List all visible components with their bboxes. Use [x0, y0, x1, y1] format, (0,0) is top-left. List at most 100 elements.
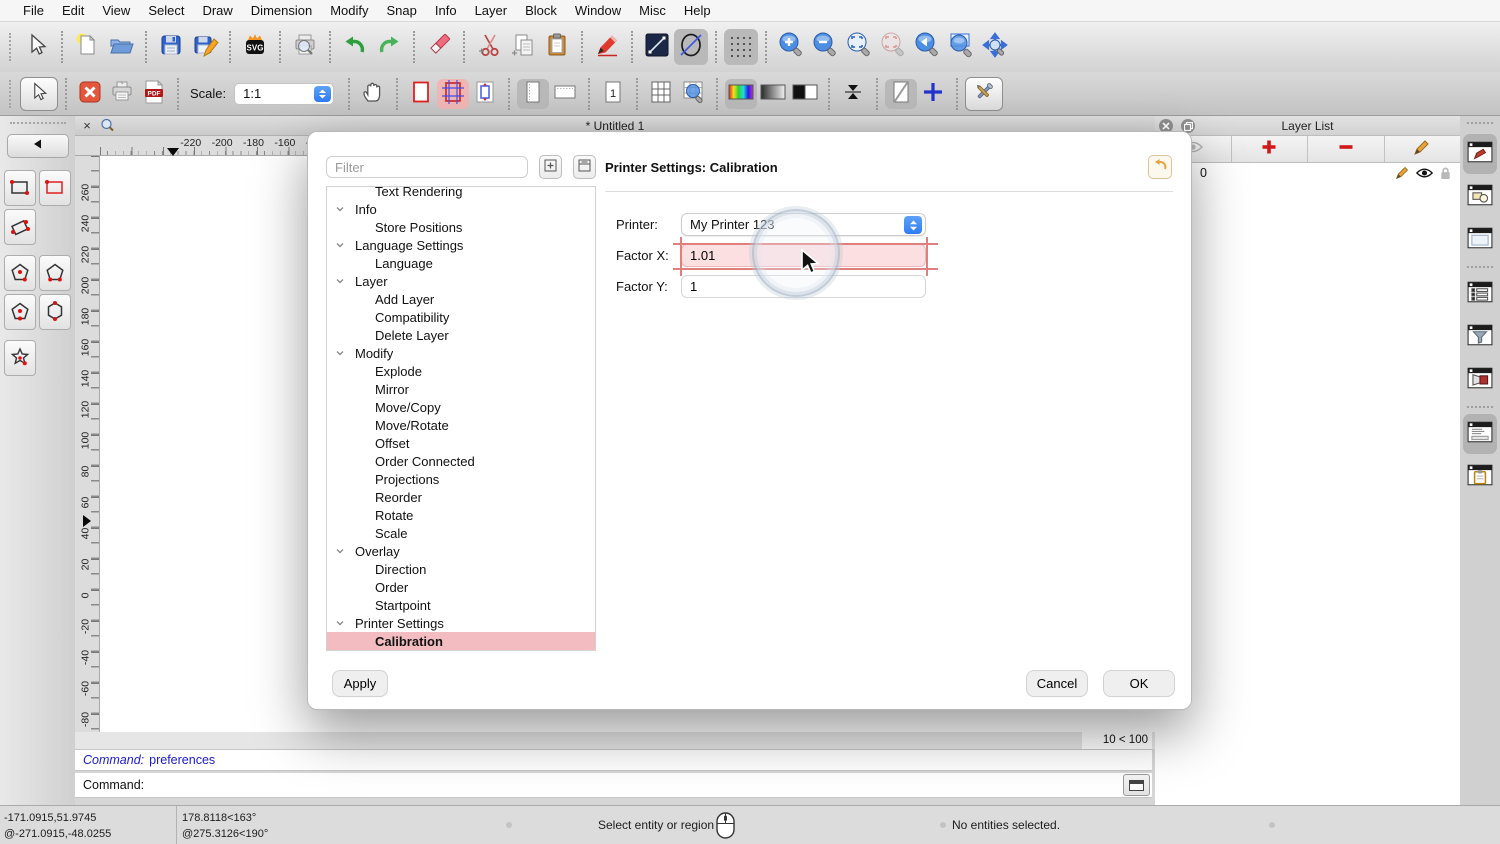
tree-item[interactable]: Scale — [327, 524, 595, 542]
delete-button[interactable] — [422, 29, 456, 65]
new-document-button[interactable] — [70, 29, 104, 65]
menu-snap[interactable]: Snap — [378, 0, 426, 22]
zoom-pan-button[interactable] — [978, 29, 1012, 65]
single-page-button[interactable]: 1 — [597, 79, 629, 109]
layer-row[interactable]: 0 — [1155, 163, 1460, 183]
menu-help[interactable]: Help — [675, 0, 720, 22]
zoom-out-button[interactable] — [808, 29, 842, 65]
landscape-button[interactable] — [549, 79, 581, 109]
tree-item[interactable]: Calibration — [327, 632, 595, 650]
tree-item[interactable]: Modify — [327, 344, 595, 362]
ok-button[interactable]: OK — [1104, 671, 1174, 696]
menu-file[interactable]: File — [14, 0, 53, 22]
tree-item[interactable]: Order — [327, 578, 595, 596]
tree-item[interactable]: Projections — [327, 470, 595, 488]
select-tool-button[interactable] — [20, 29, 54, 65]
line-tool-button[interactable] — [640, 29, 674, 65]
tree-item[interactable]: Layer — [327, 272, 595, 290]
rectangle-size-tool[interactable] — [39, 170, 71, 206]
tree-item[interactable]: Order Connected — [327, 452, 595, 470]
draft-mode-button[interactable] — [885, 78, 918, 109]
tree-item[interactable]: Overlay — [327, 542, 595, 560]
selection-mode-button[interactable] — [20, 76, 58, 111]
tree-item[interactable]: Move/Copy — [327, 398, 595, 416]
paste-button[interactable] — [540, 29, 574, 65]
portrait-button[interactable] — [517, 78, 550, 109]
tree-item[interactable]: Compatibility — [327, 308, 595, 326]
cancel-button[interactable]: Cancel — [1027, 671, 1087, 696]
collapse-all-button[interactable] — [573, 155, 596, 179]
tree-item[interactable]: Printer Settings — [327, 614, 595, 632]
menu-draw[interactable]: Draw — [193, 0, 241, 22]
menu-layer[interactable]: Layer — [466, 0, 517, 22]
pdf-export-button[interactable]: PDF — [138, 79, 170, 109]
dock-layer-list-button[interactable] — [1463, 134, 1497, 174]
polygon-side-side-tool[interactable] — [39, 294, 71, 330]
save-as-button[interactable] — [188, 29, 222, 65]
print-button[interactable] — [106, 79, 138, 109]
dock-block-list-button[interactable] — [1463, 177, 1497, 217]
full-color-button[interactable] — [725, 78, 758, 109]
dock-selection-filter-button[interactable] — [1463, 274, 1497, 314]
redo-button[interactable] — [372, 29, 406, 65]
crop-marks-button[interactable] — [437, 78, 470, 109]
tree-item[interactable]: Add Layer — [327, 290, 595, 308]
tree-item[interactable]: Rotate — [327, 506, 595, 524]
stepper-icon[interactable] — [314, 85, 332, 102]
expand-all-button[interactable] — [539, 155, 562, 179]
menu-window[interactable]: Window — [566, 0, 630, 22]
undo-button[interactable] — [338, 29, 372, 65]
zoom-page-button[interactable] — [677, 79, 709, 109]
dock-pen-settings-button[interactable] — [1463, 360, 1497, 400]
ellipse-tool-button[interactable] — [674, 29, 708, 65]
filter-input[interactable] — [326, 156, 528, 178]
copy-button[interactable] — [506, 29, 540, 65]
polygon-center-corner-tool[interactable] — [4, 255, 36, 291]
pan-hand-button[interactable] — [357, 79, 389, 109]
rectangle-angle-tool[interactable] — [4, 209, 36, 245]
dock-library-browser-button[interactable] — [1463, 220, 1497, 260]
dock-filter-button[interactable] — [1463, 317, 1497, 357]
dock-clipboard-button[interactable] — [1463, 457, 1497, 497]
menu-info[interactable]: Info — [426, 0, 466, 22]
scale-select[interactable]: 1:1 — [234, 82, 335, 105]
tree-item[interactable]: Mirror — [327, 380, 595, 398]
stepper-icon[interactable] — [904, 216, 922, 234]
cut-button[interactable] — [472, 29, 506, 65]
hairline-mode-button[interactable] — [837, 79, 869, 109]
star-tool[interactable] — [4, 340, 36, 376]
tree-item[interactable]: Move/Rotate — [327, 416, 595, 434]
zoom-back-button[interactable] — [910, 29, 944, 65]
menu-dimension[interactable]: Dimension — [242, 0, 321, 22]
layer-lock-icon[interactable] — [1439, 166, 1452, 183]
tree-item[interactable]: Info — [327, 200, 595, 218]
black-white-button[interactable] — [789, 79, 821, 109]
tree-item[interactable]: Delete Layer — [327, 326, 595, 344]
menu-modify[interactable]: Modify — [321, 0, 377, 22]
preferences-button[interactable] — [965, 76, 1004, 111]
grayscale-button[interactable] — [757, 79, 789, 109]
layer-edit-pencil-icon[interactable] — [1395, 165, 1410, 183]
paper-borders-button[interactable] — [405, 79, 437, 109]
tree-item[interactable]: Reorder — [327, 488, 595, 506]
save-button[interactable] — [154, 29, 188, 65]
fit-to-page-button[interactable] — [469, 79, 501, 109]
tree-item[interactable]: Startpoint — [327, 596, 595, 614]
multi-page-button[interactable] — [645, 79, 677, 109]
tree-item[interactable]: Explode — [327, 362, 595, 380]
rectangle-2points-tool[interactable] — [4, 170, 36, 206]
close-print-preview-button[interactable] — [74, 79, 106, 109]
command-options-button[interactable] — [1123, 774, 1150, 796]
svg-export-button[interactable]: SVG — [238, 29, 272, 65]
draw-pen-button[interactable] — [590, 29, 624, 65]
tree-item[interactable]: Offset — [327, 434, 595, 452]
tree-item[interactable]: Store Positions — [327, 218, 595, 236]
tree-item[interactable]: Language — [327, 254, 595, 272]
back-button[interactable] — [6, 134, 69, 158]
tree-item[interactable]: Language Settings — [327, 236, 595, 254]
menu-edit[interactable]: Edit — [53, 0, 93, 22]
polygon-center-side-tool[interactable] — [4, 294, 36, 330]
tree-item[interactable]: Text Rendering — [327, 187, 595, 200]
zoom-auto-button[interactable] — [842, 29, 876, 65]
apply-button[interactable]: Apply — [333, 671, 387, 696]
